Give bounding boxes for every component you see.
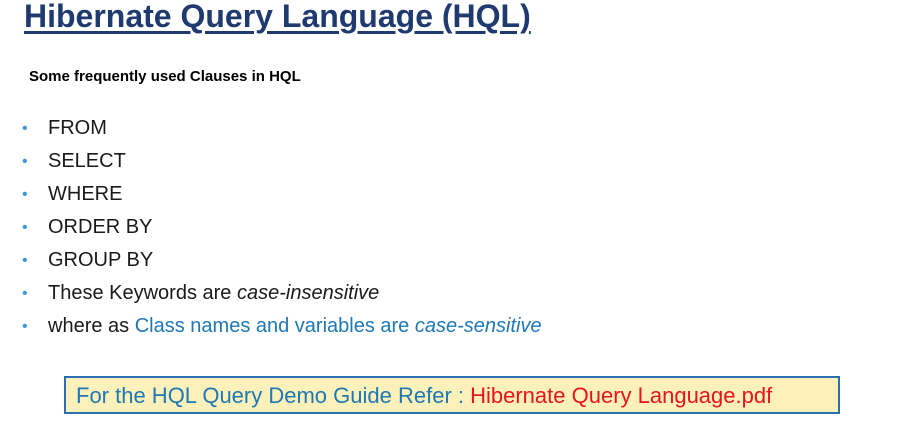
bullet-icon: •	[22, 120, 28, 137]
list-item-classnames: • where as Class names and variables are…	[22, 314, 542, 347]
list-item-text: GROUP BY	[48, 249, 154, 271]
classnames-highlight: Class names and variables are	[134, 315, 415, 337]
classnames-emphasis: case-sensitive	[414, 315, 542, 337]
subtitle: Some frequently used Clauses in HQL	[29, 68, 301, 85]
reference-link[interactable]: Hibernate Query Language.pdf	[470, 383, 772, 408]
reference-label: For the HQL Query Demo Guide Refer :	[76, 383, 471, 408]
classnames-prefix: where as	[48, 315, 135, 337]
bullet-icon: •	[22, 285, 28, 302]
keywords-prefix: These Keywords are	[48, 282, 237, 304]
list-item-text: FROM	[48, 117, 107, 139]
list-item-group-by: • GROUP BY	[22, 248, 542, 281]
list-item-text: SELECT	[48, 150, 126, 172]
bullet-icon: •	[22, 219, 28, 236]
list-item-select: • SELECT	[22, 149, 542, 182]
list-item-text: ORDER BY	[48, 216, 153, 238]
list-item-text: WHERE	[48, 183, 123, 205]
bullet-icon: •	[22, 153, 28, 170]
page-title: Hibernate Query Language (HQL)	[24, 0, 531, 34]
bullet-icon: •	[22, 252, 28, 269]
clause-list: • FROM • SELECT • WHERE • ORDER BY • GRO…	[22, 116, 542, 347]
list-item-text: These Keywords are case-insensitive	[48, 281, 379, 306]
bullet-icon: •	[22, 318, 28, 335]
bullet-icon: •	[22, 186, 28, 203]
list-item-text: where as Class names and variables are c…	[48, 314, 542, 339]
list-item-where: • WHERE	[22, 182, 542, 215]
keywords-emphasis: case-insensitive	[236, 282, 380, 304]
list-item-keywords: • These Keywords are case-insensitive	[22, 281, 542, 314]
list-item-from: • FROM	[22, 116, 542, 149]
reference-callout: For the HQL Query Demo Guide Refer : Hib…	[64, 376, 840, 414]
list-item-order-by: • ORDER BY	[22, 215, 542, 248]
